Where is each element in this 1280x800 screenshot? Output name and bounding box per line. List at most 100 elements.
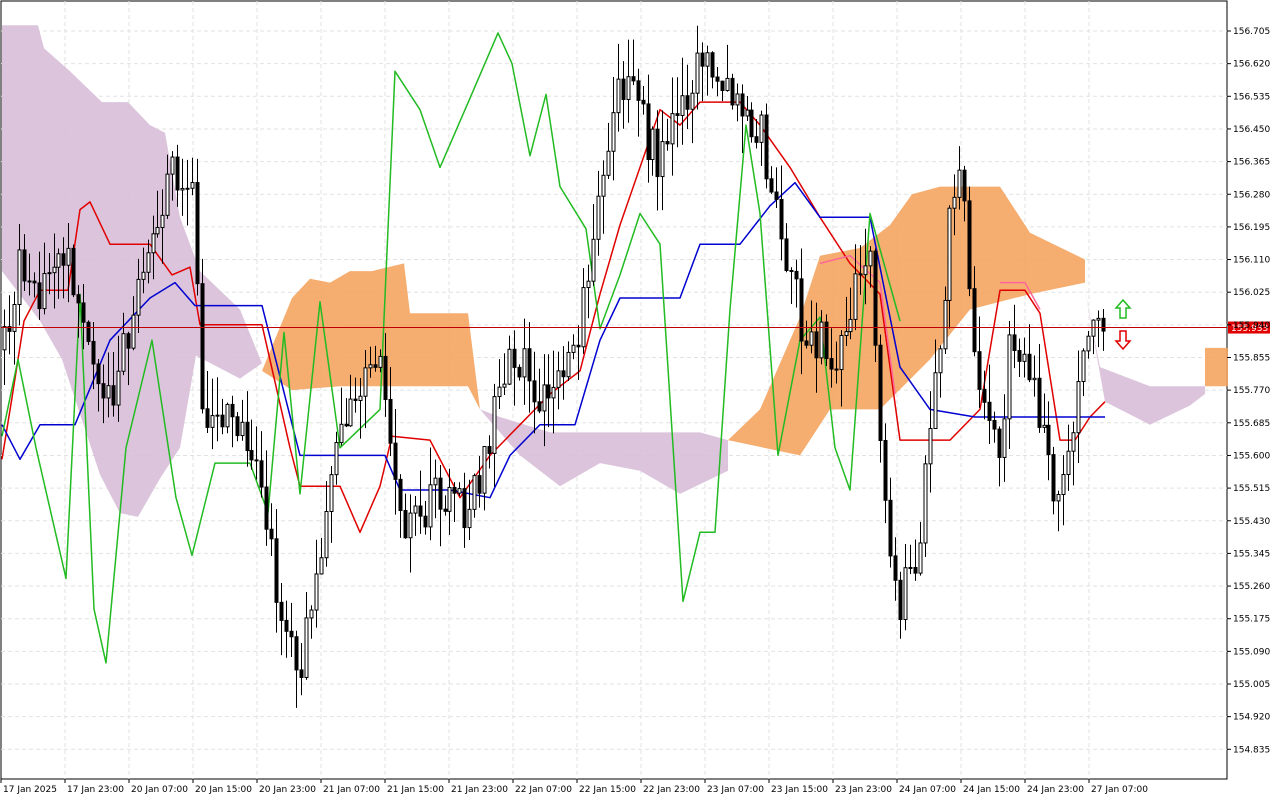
bull-candle — [1056, 494, 1061, 502]
bull-candle — [839, 334, 844, 371]
bull-candle — [943, 299, 948, 350]
bear-candle — [1051, 454, 1056, 502]
y-tick-label: 155.940 — [1233, 321, 1270, 331]
x-tick-label: 23 Jan 07:00 — [707, 785, 764, 795]
bear-candle — [274, 538, 279, 603]
bear-candle — [913, 566, 918, 574]
bull-candle — [160, 214, 165, 229]
ichimoku-chart: 155.933 156.705156.620156.535156.450156.… — [0, 0, 1270, 795]
bear-candle — [1101, 317, 1106, 332]
bear-candle — [675, 113, 680, 116]
bear-candle — [254, 459, 259, 462]
bull-candle — [928, 428, 933, 465]
bear-candle — [1012, 334, 1017, 352]
bull-candle — [334, 442, 339, 476]
bull-candle — [17, 249, 22, 306]
bull-candle — [497, 386, 502, 398]
bull-candle — [918, 542, 923, 574]
bull-candle — [1071, 432, 1076, 452]
bull-candle — [190, 182, 195, 189]
bull-candle — [146, 252, 151, 273]
bull-candle — [680, 95, 685, 116]
bear-candle — [175, 156, 180, 191]
bull-candle — [1002, 418, 1007, 458]
y-tick-label: 155.260 — [1233, 582, 1270, 592]
y-tick-label: 155.855 — [1233, 354, 1270, 364]
bull-candle — [705, 52, 710, 67]
bull-candle — [467, 508, 472, 529]
bear-candle — [646, 103, 651, 160]
bear-candle — [997, 428, 1002, 458]
bear-candle — [992, 419, 997, 430]
bull-candle — [151, 233, 156, 254]
bull-candle — [66, 247, 71, 266]
bear-candle — [383, 355, 388, 400]
bull-candle — [626, 76, 631, 100]
bear-candle — [220, 414, 225, 428]
y-tick-label: 156.365 — [1233, 158, 1270, 168]
time-axis: 17 Jan 2025 17 Jan 23:00 20 Jan 07:00 20 Ja… — [0, 779, 1148, 795]
bear-candle — [230, 403, 235, 418]
bear-candle — [344, 423, 349, 427]
bear-candle — [740, 93, 745, 117]
bull-candle — [121, 333, 126, 372]
bear-candle — [452, 486, 457, 494]
bear-candle — [655, 128, 660, 178]
bull-candle — [185, 187, 190, 190]
bull-candle — [155, 227, 160, 235]
x-tick-label: 24 Jan 07:00 — [899, 785, 956, 795]
bear-candle — [22, 249, 27, 282]
bull-candle — [106, 385, 111, 399]
bull-candle — [863, 265, 868, 276]
bull-candle — [1022, 353, 1027, 362]
bull-candle — [745, 109, 750, 117]
bear-candle — [289, 630, 294, 638]
y-tick-label: 155.770 — [1233, 386, 1270, 396]
y-tick-label: 155.600 — [1233, 451, 1270, 461]
bull-candle — [903, 567, 908, 621]
bull-candle — [225, 403, 230, 428]
bear-candle — [987, 401, 992, 421]
bull-candle — [952, 196, 957, 209]
bull-candle — [378, 355, 383, 368]
bull-candle — [472, 475, 477, 510]
bear-candle — [561, 370, 566, 378]
x-tick-label: 23 Jan 23:00 — [835, 785, 892, 795]
bear-candle — [91, 340, 96, 365]
bull-candle — [848, 318, 853, 333]
bull-candle — [131, 314, 136, 349]
bull-candle — [660, 141, 665, 178]
bear-candle — [249, 450, 254, 461]
bear-candle — [264, 486, 269, 530]
bull-candle — [690, 92, 695, 110]
bear-candle — [710, 52, 715, 78]
bull-candle — [601, 174, 606, 197]
bear-candle — [700, 52, 705, 67]
bear-candle — [631, 76, 636, 82]
bear-candle — [720, 80, 725, 92]
bull-candle — [52, 266, 57, 274]
y-tick-label: 156.195 — [1233, 223, 1270, 233]
bear-candle — [898, 579, 903, 621]
bear-candle — [794, 270, 799, 280]
bull-candle — [329, 474, 334, 512]
y-tick-label: 156.025 — [1233, 288, 1270, 298]
bull-candle — [556, 370, 561, 388]
bull-candle — [1066, 450, 1071, 476]
bear-candle — [804, 340, 809, 346]
bull-candle — [735, 93, 740, 106]
bull-candle — [210, 415, 215, 428]
bear-candle — [111, 385, 116, 406]
bull-candle — [309, 609, 314, 619]
x-tick-label: 21 Jan 23:00 — [451, 785, 508, 795]
bull-candle — [165, 173, 170, 216]
bull-candle — [1061, 474, 1066, 496]
bear-candle — [86, 321, 91, 342]
bull-candle — [170, 156, 175, 175]
bear-candle — [101, 383, 106, 399]
bear-candle — [403, 510, 408, 539]
x-tick-label: 17 Jan 23:00 — [67, 785, 124, 795]
y-tick-label: 155.005 — [1233, 680, 1270, 690]
bull-candle — [670, 113, 675, 145]
bull-candle — [650, 128, 655, 160]
